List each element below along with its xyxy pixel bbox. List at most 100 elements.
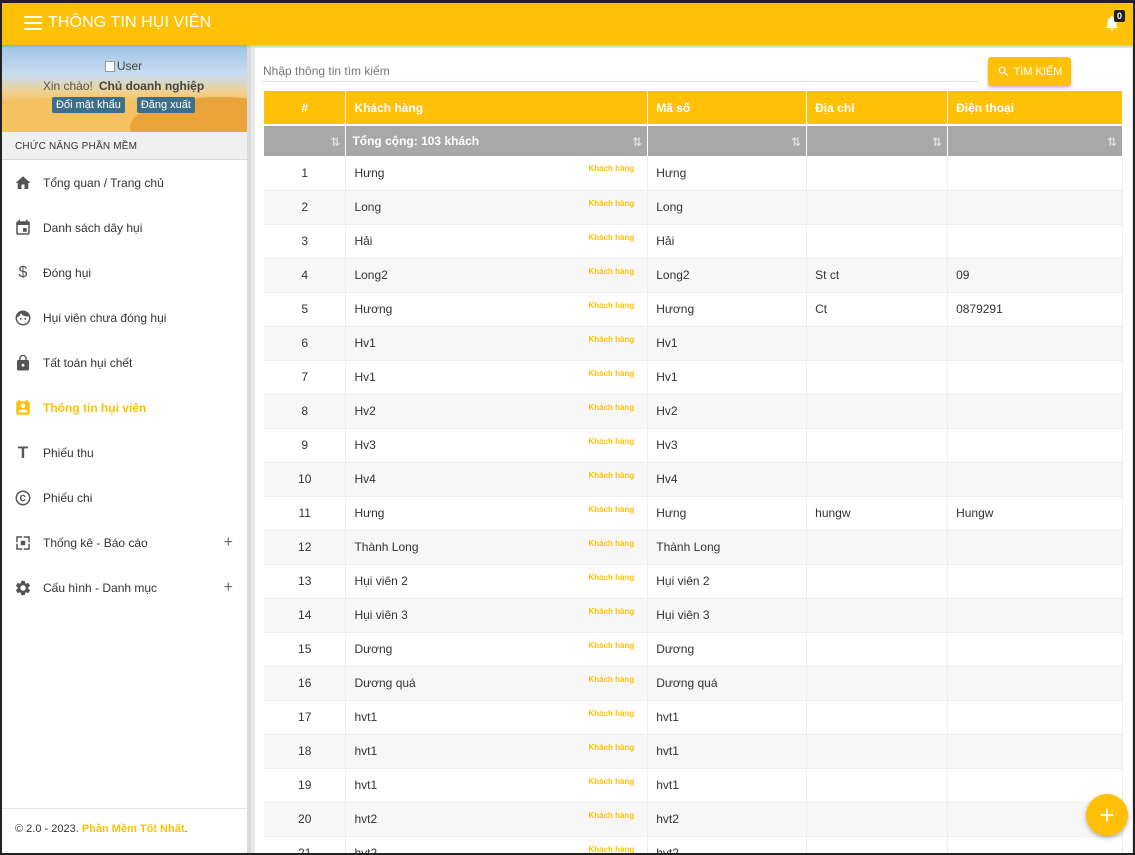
cell-customer-text: Hương: [354, 302, 393, 316]
sort-icon[interactable]: ⇅: [791, 135, 801, 149]
table-row[interactable]: 2 Long Khách hàng Long: [264, 190, 1123, 225]
table-row[interactable]: 10 Hv4 Khách hàng Hv4: [264, 462, 1123, 497]
search-input[interactable]: [263, 60, 978, 82]
cell-phone: [947, 462, 1123, 497]
cell-phone: [947, 326, 1123, 361]
table-row[interactable]: 20 hvt2 Khách hàng hvt2: [264, 802, 1123, 837]
table-row[interactable]: 15 Dương Khách hàng Dương: [264, 632, 1123, 667]
cell-customer: Dương quá Khách hàng: [345, 666, 649, 701]
summary-row: ⇅ Tổng cộng: 103 khách ⇅ ⇅ ⇅ ⇅: [264, 124, 1123, 156]
cell-customer-text: hvt2: [354, 846, 378, 855]
cell-index-text: 6: [301, 336, 309, 350]
column-header-address[interactable]: Địa chỉ: [806, 91, 949, 125]
menu-section-title: CHỨC NĂNG PHẦN MỀM: [0, 132, 247, 160]
cell-customer-text: Hv2: [354, 404, 376, 418]
expand-plus-icon[interactable]: +: [224, 579, 233, 597]
table-row[interactable]: 11 Hưng Khách hàng Hưng hungw Hungw: [264, 496, 1123, 531]
column-header-code[interactable]: Mã số: [647, 91, 808, 125]
sort-icon[interactable]: ⇅: [932, 135, 942, 149]
sidebar-item-receipts[interactable]: T Phiếu thu: [0, 430, 247, 475]
customer-type-badge: Khách hàng: [588, 742, 635, 752]
cell-address: [806, 802, 949, 837]
cell-index: 3: [264, 224, 347, 259]
cell-customer: hvt1 Khách hàng: [345, 768, 649, 803]
greeting-text: Xin chào!: [42, 79, 93, 93]
column-header-phone[interactable]: Điện thoại: [947, 91, 1123, 125]
sidebar-item-payments-out[interactable]: Phiếu chi: [0, 475, 247, 520]
column-header-index[interactable]: #: [264, 91, 347, 125]
sidebar-item-groups[interactable]: Danh sách dây hụi: [0, 205, 247, 250]
cell-phone: [947, 666, 1123, 701]
cell-code: Hv1: [647, 326, 808, 361]
cell-address: [806, 190, 949, 225]
cell-index-text: 8: [301, 404, 309, 418]
expand-icon: [14, 534, 32, 552]
table-row[interactable]: 7 Hv1 Khách hàng Hv1: [264, 360, 1123, 395]
sidebar-item-unpaid[interactable]: Hụi viên chưa đóng hụi: [0, 295, 247, 340]
avatar-alt-text: User: [116, 59, 143, 73]
cell-code-text: Thành Long: [656, 540, 721, 554]
cell-code-text: Hv4: [656, 472, 678, 486]
footer-brand-link[interactable]: Phần Mềm Tốt Nhất: [82, 823, 185, 835]
sidebar-item-label: Phiếu chi: [43, 490, 93, 505]
table-row[interactable]: 12 Thành Long Khách hàng Thành Long: [264, 530, 1123, 565]
cell-address: [806, 428, 949, 463]
table-row[interactable]: 6 Hv1 Khách hàng Hv1: [264, 326, 1123, 361]
customer-type-badge: Khách hàng: [588, 368, 635, 378]
cell-index-text: 20: [298, 812, 312, 826]
table-row[interactable]: 9 Hv3 Khách hàng Hv3: [264, 428, 1123, 463]
sidebar-item-members[interactable]: Thông tin hụi viên: [0, 385, 247, 430]
notification-badge: 0: [1113, 10, 1125, 22]
customer-type-badge: Khách hàng: [588, 776, 635, 786]
cell-customer: hvt1 Khách hàng: [345, 734, 649, 769]
customer-type-badge: Khách hàng: [588, 334, 635, 344]
cell-code: Dương quá: [647, 666, 808, 701]
table-row[interactable]: 19 hvt1 Khách hàng hvt1: [264, 768, 1123, 803]
table-row[interactable]: 14 Hụi viên 3 Khách hàng Hụi viên 3: [264, 598, 1123, 633]
change-password-button[interactable]: Đổi mật khẩu: [52, 97, 125, 113]
sidebar-item-dashboard[interactable]: Tổng quan / Trang chủ: [0, 160, 247, 205]
cell-code-text: Hv3: [656, 438, 678, 452]
search-button[interactable]: TÌM KIẾM: [988, 57, 1071, 86]
cell-code-text: Hv2: [656, 404, 678, 418]
cell-phone-text: Hungw: [956, 506, 994, 520]
home-icon: [14, 174, 32, 192]
expand-plus-icon[interactable]: +: [224, 534, 233, 552]
sort-icon[interactable]: ⇅: [1107, 135, 1117, 149]
sidebar-item-label: Danh sách dây hụi: [43, 220, 143, 235]
table-row[interactable]: 8 Hv2 Khách hàng Hv2: [264, 394, 1123, 429]
add-member-button[interactable]: +: [1086, 794, 1128, 836]
menu-icon[interactable]: [24, 15, 42, 30]
cell-index-text: 12: [298, 540, 312, 554]
cell-customer: Hv1 Khách hàng: [345, 360, 649, 395]
logout-button[interactable]: Đăng xuất: [136, 97, 195, 113]
cell-address: St ct: [806, 258, 949, 293]
cell-phone: [947, 530, 1123, 565]
sidebar-item-label: Thông tin hụi viên: [43, 400, 147, 415]
table-row[interactable]: 13 Hụi viên 2 Khách hàng Hụi viên 2: [264, 564, 1123, 599]
sidebar-item-payment[interactable]: $ Đóng hụi: [0, 250, 247, 295]
cell-code-text: hvt1: [656, 778, 679, 792]
calendar-icon: [14, 219, 32, 237]
sort-icon[interactable]: ⇅: [330, 135, 340, 149]
cell-code: Hưng: [647, 156, 808, 191]
sort-icon[interactable]: ⇅: [632, 135, 642, 149]
table-row[interactable]: 5 Hương Khách hàng Hương Ct 0879291: [264, 292, 1123, 327]
sidebar-item-label: Cấu hình - Danh mục: [43, 580, 158, 595]
table-row[interactable]: 17 hvt1 Khách hàng hvt1: [264, 700, 1123, 735]
customer-type-badge: Khách hàng: [588, 232, 635, 242]
table-row[interactable]: 21 hvt2 Khách hàng hvt2: [264, 836, 1123, 855]
table-row[interactable]: 1 Hưng Khách hàng Hưng: [264, 156, 1123, 191]
sidebar-item-settle[interactable]: Tất toán hụi chết: [0, 340, 247, 385]
column-header-customer[interactable]: Khách hàng: [345, 91, 649, 125]
sidebar-item-reports[interactable]: Thống kê - Báo cáo +: [0, 520, 247, 565]
table-row[interactable]: 16 Dương quá Khách hàng Dương quá: [264, 666, 1123, 701]
sidebar-item-config[interactable]: Cấu hình - Danh mục +: [0, 565, 247, 610]
cell-index: 17: [264, 700, 347, 735]
table-row[interactable]: 3 Hải Khách hàng Hải: [264, 224, 1123, 259]
table-row[interactable]: 4 Long2 Khách hàng Long2 St ct 09: [264, 258, 1123, 293]
cell-code: hvt1: [647, 734, 808, 769]
table-row[interactable]: 18 hvt1 Khách hàng hvt1: [264, 734, 1123, 769]
lock-icon: [14, 354, 32, 372]
cell-customer: hvt2 Khách hàng: [345, 836, 649, 855]
